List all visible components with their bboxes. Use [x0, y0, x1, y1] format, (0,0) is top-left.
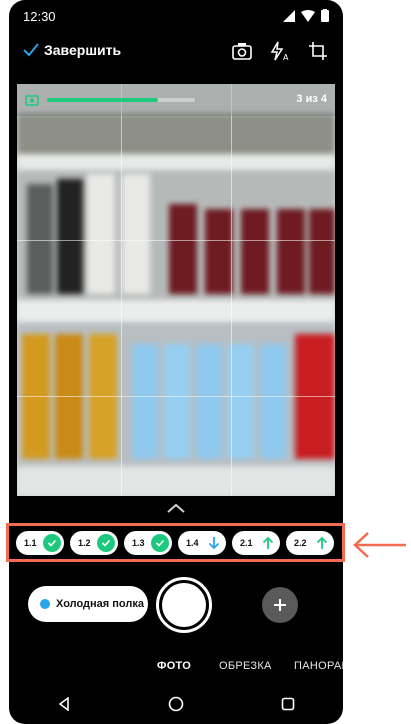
- shutter-button[interactable]: [156, 577, 212, 633]
- progress-track: [47, 98, 195, 102]
- shelf-chip[interactable]: 1.2: [70, 531, 118, 555]
- signal-icon: [283, 9, 295, 22]
- camera-switch-icon[interactable]: [231, 40, 253, 62]
- grid-line: [231, 84, 232, 496]
- arrow-up-icon: [313, 534, 331, 552]
- crop-icon[interactable]: [307, 40, 329, 62]
- shelf-chip[interactable]: 1.3: [124, 531, 172, 555]
- back-icon[interactable]: [57, 697, 71, 711]
- flash-auto-icon[interactable]: A: [269, 40, 291, 62]
- shelf-chip-label: 2.1: [240, 538, 253, 548]
- category-dot: [40, 599, 50, 609]
- check-icon: [43, 534, 61, 552]
- camera-viewfinder[interactable]: 3 из 4: [17, 84, 335, 496]
- arrow-up-icon: [259, 534, 277, 552]
- checkmark-icon: [23, 43, 39, 57]
- top-icons: A: [231, 40, 329, 62]
- shelf-chip-label: 2.2: [294, 538, 307, 548]
- grid-line: [17, 396, 335, 397]
- category-selector[interactable]: Холодная полка: [28, 586, 148, 622]
- recents-icon[interactable]: [281, 697, 295, 711]
- finish-label: Завершить: [44, 42, 122, 58]
- battery-icon: [321, 9, 329, 22]
- chevron-up-icon[interactable]: [167, 503, 185, 513]
- plus-icon: [274, 599, 286, 611]
- progress-fill: [47, 98, 158, 102]
- status-time: 12:30: [23, 9, 56, 24]
- mode-crop[interactable]: ОБРЕЗКА: [219, 660, 272, 672]
- status-bar: 12:30: [9, 0, 343, 32]
- shutter-inner: [162, 583, 206, 627]
- grid-line: [17, 240, 335, 241]
- shelf-photo-preview: [17, 84, 335, 496]
- mode-panorama[interactable]: ПАНОРАМА: [294, 660, 343, 672]
- shelf-chip-label: 1.4: [186, 538, 199, 548]
- shelf-chip-label: 1.2: [78, 538, 91, 548]
- shelf-chip-label: 1.1: [24, 538, 37, 548]
- shelf-chip[interactable]: 1.1: [16, 531, 64, 555]
- shelf-chip-label: 1.3: [132, 538, 145, 548]
- status-icons: [283, 9, 329, 22]
- svg-text:A: A: [283, 53, 289, 62]
- check-icon: [151, 534, 169, 552]
- top-bar: Завершить A: [9, 36, 343, 70]
- shelf-chip[interactable]: 2.2: [286, 531, 334, 555]
- mode-photo[interactable]: ФОТО: [157, 660, 191, 672]
- annotation-arrow-icon: [353, 532, 406, 558]
- arrow-down-icon: [205, 534, 223, 552]
- category-label: Холодная полка: [56, 598, 144, 610]
- shelf-chip[interactable]: 1.4: [178, 531, 226, 555]
- add-button[interactable]: [262, 587, 298, 623]
- shelf-chips: 1.1 1.2 1.3 1.4 2.1 2.2: [16, 531, 334, 555]
- wifi-icon: [301, 9, 315, 22]
- finish-button[interactable]: Завершить: [23, 42, 121, 58]
- camera-progress-icon: [25, 95, 39, 106]
- navigation-bar: [9, 684, 343, 724]
- shelf-chip[interactable]: 2.1: [232, 531, 280, 555]
- progress-text: 3 из 4: [296, 93, 327, 105]
- phone-screen: 12:30 Завершить A 3 из 4 Холодная полка …: [9, 0, 343, 724]
- grid-line: [121, 84, 122, 496]
- capture-progress: 3 из 4: [17, 84, 335, 116]
- check-icon: [97, 534, 115, 552]
- home-icon[interactable]: [168, 696, 184, 712]
